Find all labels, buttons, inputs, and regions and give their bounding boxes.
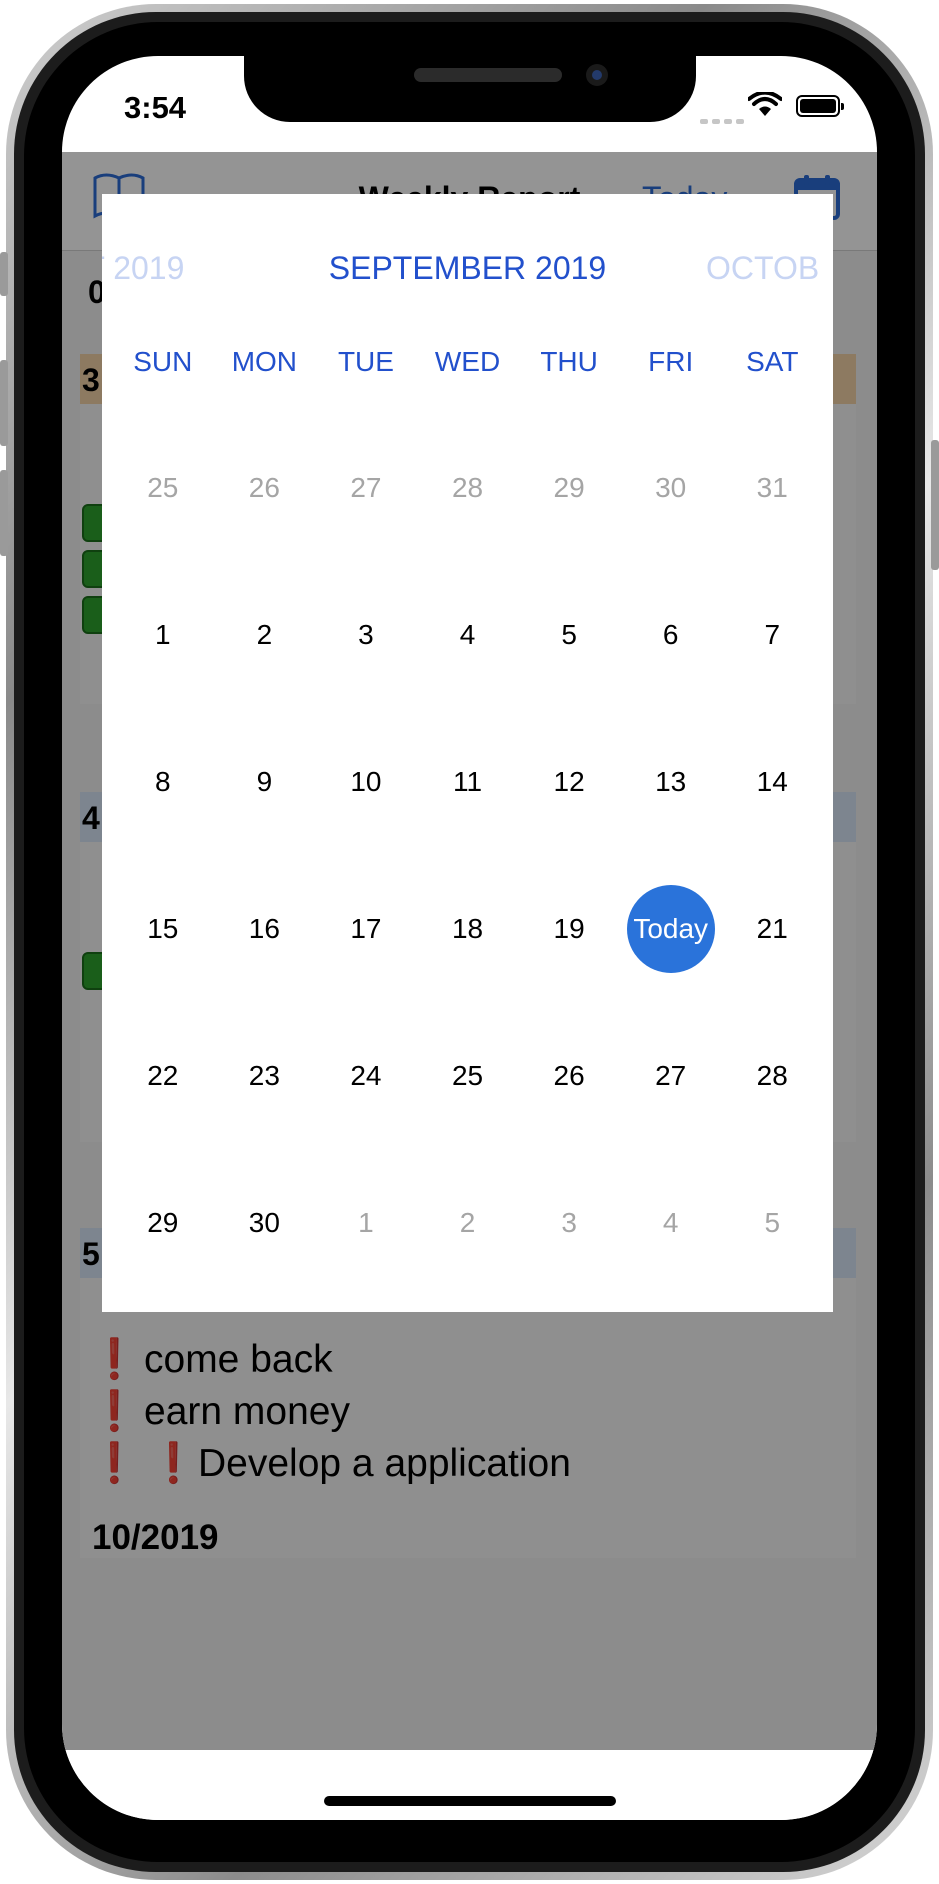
next-month-label[interactable]: OCTOB: [706, 250, 819, 287]
day-cell[interactable]: 26: [214, 444, 316, 532]
week-row: 22 23 24 25 26 27 28: [112, 1002, 823, 1149]
weekday-header: SUN MON TUE WED THU FRI SAT: [102, 346, 833, 378]
front-camera: [586, 64, 608, 86]
week-row: 15 16 17 18 19 Today 21: [112, 855, 823, 1002]
day-cell[interactable]: 8: [112, 738, 214, 826]
day-cell[interactable]: 21: [721, 885, 823, 973]
weekday-label: MON: [231, 346, 298, 377]
day-cell[interactable]: 4: [620, 1179, 722, 1267]
day-cell-today[interactable]: Today: [620, 884, 722, 973]
day-cell[interactable]: 27: [315, 444, 417, 532]
day-cell[interactable]: 25: [112, 444, 214, 532]
day-cell[interactable]: 31: [721, 444, 823, 532]
day-cell[interactable]: 28: [417, 444, 519, 532]
day-cell[interactable]: 29: [518, 444, 620, 532]
battery-icon: [796, 95, 844, 117]
weekday-label: SUN: [133, 346, 193, 377]
day-cell[interactable]: 2: [214, 591, 316, 679]
calendar-popup: ST 2019 SEPTEMBER 2019 OCTOB SUN MON TUE…: [102, 194, 833, 1312]
weekday-label: WED: [434, 346, 501, 377]
day-cell[interactable]: 9: [214, 738, 316, 826]
home-indicator[interactable]: [324, 1796, 616, 1806]
speaker-grille: [414, 68, 562, 82]
week-row: 8 9 10 11 12 13 14: [112, 708, 823, 855]
day-cell[interactable]: 22: [112, 1032, 214, 1120]
home-indicator-area: [62, 1750, 877, 1820]
day-cell[interactable]: 24: [315, 1032, 417, 1120]
day-cell[interactable]: 15: [112, 885, 214, 973]
day-cell[interactable]: 18: [417, 885, 519, 973]
weekday-label: FRI: [648, 346, 694, 377]
day-cell[interactable]: 14: [721, 738, 823, 826]
day-cell[interactable]: 7: [721, 591, 823, 679]
status-time: 3:54: [124, 90, 187, 125]
day-cell[interactable]: 25: [417, 1032, 519, 1120]
day-cell[interactable]: 16: [214, 885, 316, 973]
day-cell[interactable]: 6: [620, 591, 722, 679]
day-cell[interactable]: 3: [315, 591, 417, 679]
side-button-volume-down: [0, 470, 8, 556]
wifi-icon: [748, 92, 782, 116]
week-row: 29 30 1 2 3 4 5: [112, 1149, 823, 1296]
day-cell[interactable]: 28: [721, 1032, 823, 1120]
cellular-signal-icon: [700, 111, 748, 129]
side-button-volume-up: [0, 360, 8, 446]
weekday-label: THU: [540, 346, 598, 377]
day-cell[interactable]: 2: [417, 1179, 519, 1267]
side-button-silent: [0, 252, 8, 296]
day-cell[interactable]: 30: [214, 1179, 316, 1267]
weekday-label: TUE: [337, 346, 394, 377]
day-cell[interactable]: 13: [620, 738, 722, 826]
day-cell[interactable]: 12: [518, 738, 620, 826]
day-cell[interactable]: 4: [417, 591, 519, 679]
day-cell[interactable]: 5: [518, 591, 620, 679]
screen: 3:54 Weekly Report Today 0 3: [62, 56, 877, 1820]
day-cell[interactable]: 11: [417, 738, 519, 826]
day-cell[interactable]: 27: [620, 1032, 722, 1120]
day-cell[interactable]: 1: [315, 1179, 417, 1267]
day-cell[interactable]: 3: [518, 1179, 620, 1267]
day-cell[interactable]: 30: [620, 444, 722, 532]
day-cell[interactable]: 26: [518, 1032, 620, 1120]
day-cell[interactable]: 5: [721, 1179, 823, 1267]
week-row: 25 26 27 28 29 30 31: [112, 414, 823, 561]
day-cell[interactable]: 17: [315, 885, 417, 973]
week-row: 1 2 3 4 5 6 7: [112, 561, 823, 708]
side-button-power: [931, 440, 939, 570]
day-grid: 25 26 27 28 29 30 31 1 2 3 4 5 6 7 8 9 1…: [102, 414, 833, 1296]
day-cell[interactable]: 29: [112, 1179, 214, 1267]
day-cell[interactable]: 1: [112, 591, 214, 679]
day-cell[interactable]: 19: [518, 885, 620, 973]
day-cell[interactable]: 10: [315, 738, 417, 826]
notch: [244, 56, 696, 122]
weekday-label: SAT: [746, 346, 799, 377]
today-marker: Today: [626, 884, 715, 973]
day-cell[interactable]: 23: [214, 1032, 316, 1120]
